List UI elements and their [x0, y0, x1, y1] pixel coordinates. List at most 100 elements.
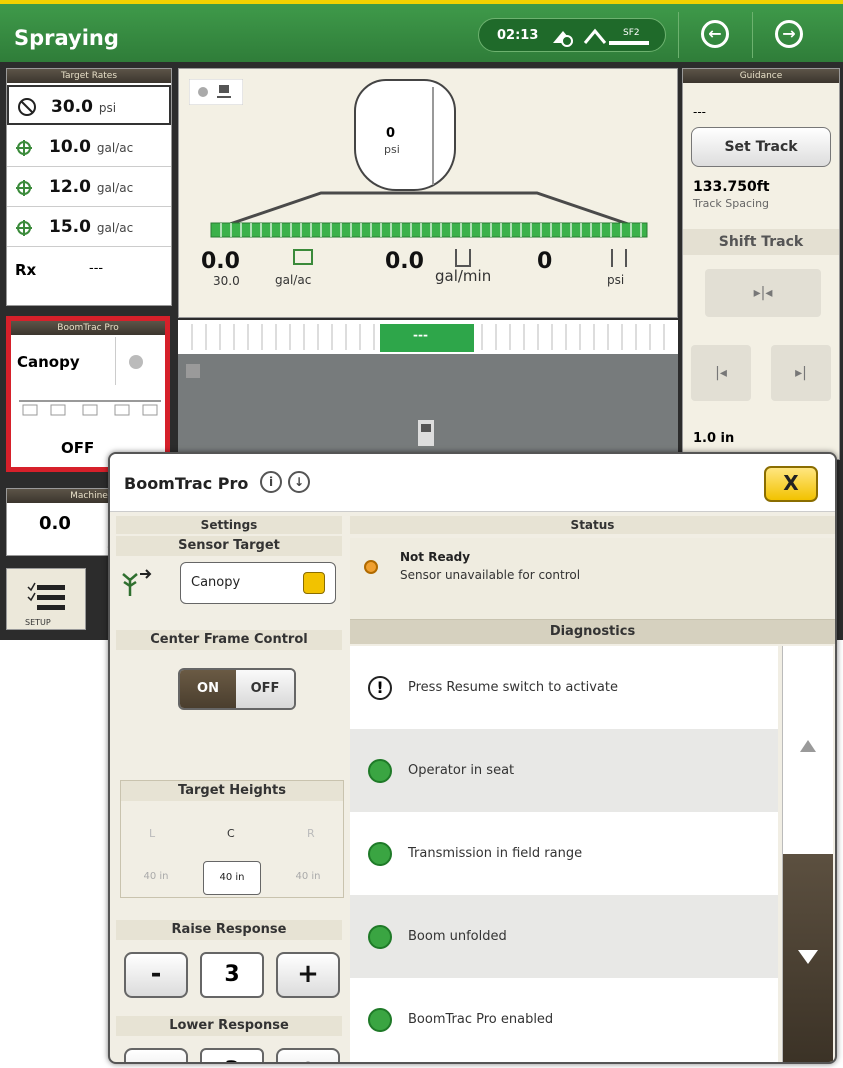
info-icon[interactable]: i — [260, 471, 282, 493]
triangle-up-icon — [800, 740, 816, 752]
rate-row-2[interactable]: 12.0 gal/ac — [7, 167, 171, 207]
tile-target: Canopy — [17, 353, 80, 371]
boomtrac-pro-dialog: BoomTrac Pro i ↓ X Settings Sensor Targe… — [108, 452, 837, 1064]
height-label-right: R — [307, 827, 315, 840]
status-header: Status — [350, 516, 835, 534]
raise-increment-button[interactable]: + — [276, 952, 340, 998]
dial-unit: psi — [384, 143, 400, 156]
diagnostic-text: Operator in seat — [408, 763, 515, 778]
rate-unit: gal/ac — [96, 141, 134, 155]
arrow-left-circle-icon: ← — [701, 20, 729, 48]
machine-value: 0.0 — [39, 513, 71, 534]
guidance-line-name: --- — [693, 105, 706, 119]
sensor-status-icon — [129, 355, 143, 369]
pressure-icon — [18, 98, 36, 116]
center-frame-toggle[interactable]: ON OFF — [178, 668, 296, 710]
list-icon — [303, 572, 325, 594]
status-title: Not Ready — [400, 550, 471, 564]
vehicle-icon — [418, 420, 434, 446]
target-heights-group: Target Heights L C R 40 in 40 in 40 in — [120, 780, 344, 898]
setup-button[interactable]: SETUP — [6, 568, 86, 630]
rate-row-3[interactable]: 15.0 gal/ac — [7, 207, 171, 247]
settings-column: Settings Sensor Target Canopy Center Fra… — [110, 512, 350, 1062]
height-input-right: 40 in — [279, 861, 337, 895]
panel-header: Target Rates — [7, 69, 171, 83]
check-icon — [368, 759, 392, 783]
scroll-down-button[interactable] — [783, 854, 833, 1062]
rate-unit-readout: gal/ac — [275, 249, 313, 309]
rate-unit-label: gal/ac — [275, 273, 312, 287]
toggle-off[interactable]: OFF — [236, 670, 294, 708]
center-frame-control-label: Center Frame Control — [116, 630, 342, 650]
track-spacing-label: Track Spacing — [693, 197, 770, 210]
height-label-center: C — [227, 827, 235, 840]
section-strip: --- — [178, 320, 678, 354]
triangle-down-icon — [798, 950, 818, 964]
lower-response-value[interactable]: 3 — [200, 1048, 264, 1062]
diagnostics-list[interactable]: ! Press Resume switch to activate Operat… — [350, 646, 778, 1062]
pressure-unit-label: psi — [607, 273, 625, 287]
rate-unit: gal/ac — [96, 221, 134, 235]
shift-right-button[interactable]: ▸| — [771, 345, 831, 401]
shift-left-button[interactable]: |◂ — [691, 345, 751, 401]
application-gauge-panel: 0 psi 0.0 30.0 gal/ac 0.0 gal/min 0 psi — [178, 68, 678, 318]
status-pill[interactable]: 02:13 SF2 — [478, 18, 666, 52]
close-button[interactable]: X — [764, 466, 818, 502]
target-heights-label: Target Heights — [121, 781, 343, 801]
set-track-button[interactable]: Set Track — [691, 127, 831, 167]
rate-row-pressure[interactable]: 30.0 psi — [7, 85, 171, 125]
rate-3-icon — [16, 220, 32, 236]
not-ready-icon — [364, 560, 378, 574]
height-input-center[interactable]: 40 in — [203, 861, 261, 895]
check-icon — [368, 1008, 392, 1032]
rate-row-1[interactable]: 10.0 gal/ac — [7, 127, 171, 167]
sensor-target-value: Canopy — [191, 575, 241, 590]
raise-response-value[interactable]: 3 — [200, 952, 264, 998]
rate-readout-target: 30.0 — [213, 274, 240, 288]
rate-readout: 0.0 30.0 — [201, 249, 240, 309]
map-view[interactable] — [178, 354, 678, 454]
status-description: Sensor unavailable for control — [400, 568, 581, 582]
gps-signal-icon: SF2 — [553, 28, 649, 47]
diagnostic-text: BoomTrac Pro enabled — [408, 1012, 554, 1027]
clock-time: 02:13 — [497, 28, 539, 43]
rate-value: 30.0 — [51, 97, 93, 117]
dial-scale — [432, 87, 434, 185]
shift-left-icon: |◂ — [715, 365, 727, 381]
map-control[interactable] — [186, 364, 200, 378]
tile-state: OFF — [61, 439, 95, 457]
lower-increment-button[interactable]: + — [276, 1048, 340, 1062]
status-badge: SF2 — [623, 28, 640, 38]
rate-value: 12.0 — [49, 177, 91, 197]
download-info-icon[interactable]: ↓ — [288, 471, 310, 493]
dialog-title: BoomTrac Pro — [124, 474, 249, 493]
canopy-sensor-icon — [122, 569, 152, 596]
forward-button[interactable]: → — [752, 12, 824, 58]
target-rates-panel[interactable]: Target Rates 30.0 psi 10.0 gal/ac 12.0 g… — [6, 68, 172, 306]
shift-center-button[interactable]: ▸|◂ — [705, 269, 821, 317]
boom-outline-icon — [19, 400, 161, 416]
boomtrac-tile[interactable]: BoomTrac Pro Canopy OFF — [6, 316, 170, 472]
warning-icon: ! — [368, 676, 392, 700]
raise-response-label: Raise Response — [116, 920, 342, 940]
rate-row-rx[interactable]: Rx --- — [7, 249, 171, 289]
nozzle-icon — [611, 249, 627, 267]
raise-decrement-button[interactable]: - — [124, 952, 188, 998]
height-input-left: 40 in — [127, 861, 185, 895]
list-item: Transmission in field range — [350, 812, 778, 895]
scrollbar[interactable] — [782, 646, 833, 1062]
rate-unit: psi — [98, 101, 117, 115]
scroll-up-button[interactable] — [783, 646, 833, 854]
panel-header: Guidance — [683, 69, 839, 83]
guidance-panel: Guidance --- Set Track 133.750ft Track S… — [682, 68, 840, 460]
lower-decrement-button[interactable]: - — [124, 1048, 188, 1062]
toggle-on[interactable]: ON — [180, 670, 236, 708]
list-item: Operator in seat — [350, 729, 778, 812]
sensor-target-label: Sensor Target — [116, 536, 342, 556]
close-icon: X — [783, 471, 799, 495]
settings-header: Settings — [116, 516, 342, 534]
sensor-target-dropdown[interactable]: Canopy — [180, 562, 336, 604]
shift-track-label: Shift Track — [683, 229, 839, 255]
check-icon — [368, 842, 392, 866]
back-button[interactable]: ← — [678, 12, 750, 58]
